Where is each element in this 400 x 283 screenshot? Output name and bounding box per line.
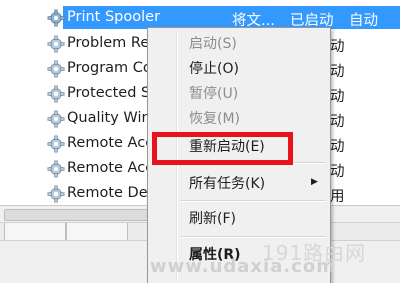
service-startup-type: 动: [330, 39, 345, 55]
service-gear-icon: [47, 35, 65, 53]
service-gear-icon: [47, 110, 65, 128]
service-gear-icon: [47, 160, 65, 178]
menu-separator: [180, 200, 326, 202]
menu-item-refresh[interactable]: 刷新(F): [189, 208, 236, 228]
highlight-annotation-box: [152, 132, 293, 165]
service-startup-type: 动: [330, 139, 345, 155]
service-gear-icon: [47, 60, 65, 78]
menu-item-start: 启动(S): [189, 36, 237, 52]
service-gear-icon: [47, 9, 65, 27]
service-gear-icon: [47, 135, 65, 153]
service-startup-type: 动: [330, 114, 345, 130]
menu-item-stop[interactable]: 停止(O): [189, 58, 239, 78]
menu-item-pause: 暂停(U): [189, 86, 239, 102]
services-window: Print Spooler 将文... 已启动 自动 Problem Re 动 …: [0, 0, 400, 283]
service-name: Quality Win: [67, 110, 151, 126]
service-startup-type: 自动: [349, 13, 378, 29]
service-startup-type: 动: [330, 64, 345, 80]
menu-item-resume: 恢复(M): [189, 111, 241, 127]
submenu-arrow-icon: ▶: [311, 177, 318, 187]
service-startup-type: 用: [330, 189, 345, 205]
service-name: Print Spooler: [67, 9, 161, 25]
menu-item-all-tasks[interactable]: 所有任务(K): [189, 173, 265, 193]
tab-extended[interactable]: [4, 223, 66, 241]
tab-standard[interactable]: [66, 223, 128, 241]
service-name: Protected S: [67, 85, 151, 101]
service-gear-icon: [47, 85, 65, 103]
service-gear-icon: [47, 185, 65, 203]
service-name: Problem Re: [67, 35, 150, 51]
service-startup-type: 动: [330, 164, 345, 180]
service-name: Remote Acc: [67, 160, 154, 176]
watermark-site-url: www.udaxia.com: [150, 256, 336, 277]
service-name: Remote Des: [67, 185, 156, 201]
service-name: Program Co: [67, 60, 152, 76]
service-startup-type: 动: [330, 89, 345, 105]
service-name: Remote Acc: [67, 135, 154, 151]
